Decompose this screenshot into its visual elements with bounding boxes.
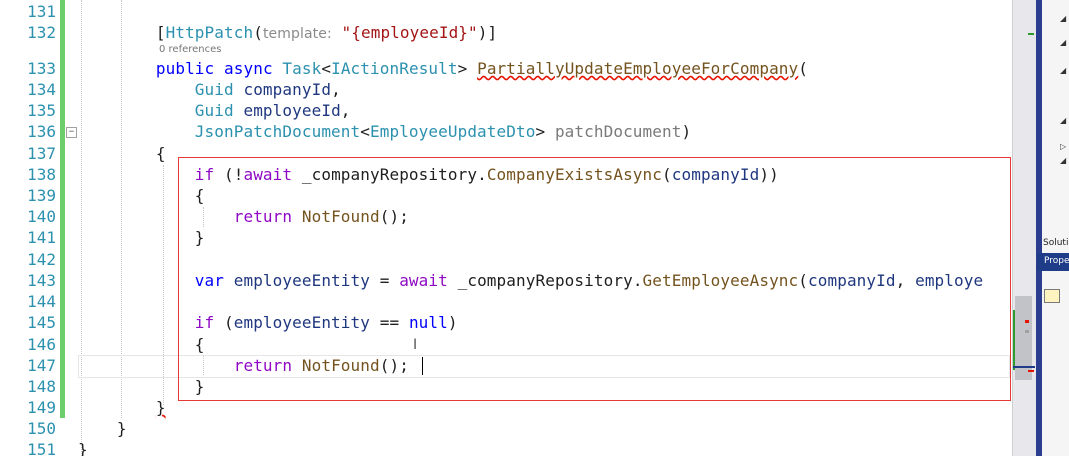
tree-arrow-icon[interactable]: ◢ xyxy=(1060,156,1066,165)
tree-arrow-icon[interactable]: ◢ xyxy=(1060,66,1066,75)
properties-panel-header[interactable]: Proper xyxy=(1037,253,1069,271)
line-number: 145 xyxy=(27,313,56,332)
line-number: 134 xyxy=(27,80,56,99)
code-editor[interactable]: 131 132 133 134 135 136 137 138 139 140 141 142 143 1… xyxy=(0,0,1012,456)
line-number: 136 xyxy=(27,122,56,141)
marker xyxy=(1025,330,1029,333)
codelens-references[interactable]: 0 references xyxy=(159,44,222,55)
code-line-133[interactable]: public async Task<IActionResult> Partial… xyxy=(78,58,808,79)
line-number: 131 xyxy=(27,2,56,21)
line-number: 139 xyxy=(27,186,56,205)
line-number: 143 xyxy=(27,271,56,290)
code-line-132[interactable]: [HttpPatch(template: "{employeeId}")] xyxy=(78,22,497,45)
tree-arrow-icon[interactable]: ▷ xyxy=(1060,142,1066,151)
change-marker xyxy=(1013,310,1015,370)
code-line-149[interactable]: } xyxy=(78,397,166,418)
code-line-151[interactable]: } xyxy=(78,439,88,456)
highlight-annotation-box xyxy=(178,157,1011,401)
tree-arrow-icon[interactable]: ◢ xyxy=(1060,38,1066,47)
line-number: 135 xyxy=(27,101,56,120)
code-line-136[interactable]: JsonPatchDocument<EmployeeUpdateDto> pat… xyxy=(78,121,691,142)
text-caret xyxy=(422,357,423,375)
ibeam-cursor-icon: I xyxy=(413,337,418,353)
solution-explorer-tab[interactable]: Solutic xyxy=(1043,238,1069,248)
line-number: 151 xyxy=(27,440,56,456)
line-number: 148 xyxy=(27,377,56,396)
code-line-150[interactable]: } xyxy=(78,418,127,439)
change-indicator-bar xyxy=(60,0,65,418)
tree-arrow-icon[interactable]: ◢ xyxy=(1060,116,1066,125)
line-number: 142 xyxy=(27,250,56,269)
line-number: 141 xyxy=(27,228,56,247)
categorized-icon[interactable] xyxy=(1044,289,1060,303)
tree-arrow-icon[interactable]: ◢ xyxy=(1060,14,1066,23)
panel-edge xyxy=(1036,0,1042,456)
line-number: 133 xyxy=(27,59,56,78)
line-number: 144 xyxy=(27,292,56,311)
code-line-137[interactable]: { xyxy=(78,143,166,164)
line-number: 132 xyxy=(27,23,56,42)
code-line-135[interactable]: Guid employeeId, xyxy=(78,100,351,121)
line-number: 147 xyxy=(27,356,56,375)
error-marker xyxy=(1028,370,1034,372)
line-number: 149 xyxy=(27,398,56,417)
line-number: 138 xyxy=(27,165,56,184)
line-number: 150 xyxy=(27,419,56,438)
code-line-134[interactable]: Guid companyId, xyxy=(78,79,341,100)
collapse-toggle-icon[interactable]: − xyxy=(66,127,77,138)
line-number: 146 xyxy=(27,335,56,354)
error-marker[interactable] xyxy=(1025,320,1029,323)
vertical-scrollbar[interactable] xyxy=(1012,0,1037,456)
line-number: 137 xyxy=(27,144,56,163)
caret-position-marker xyxy=(1013,366,1035,368)
change-marker xyxy=(1028,33,1034,35)
line-number: 140 xyxy=(27,207,56,226)
